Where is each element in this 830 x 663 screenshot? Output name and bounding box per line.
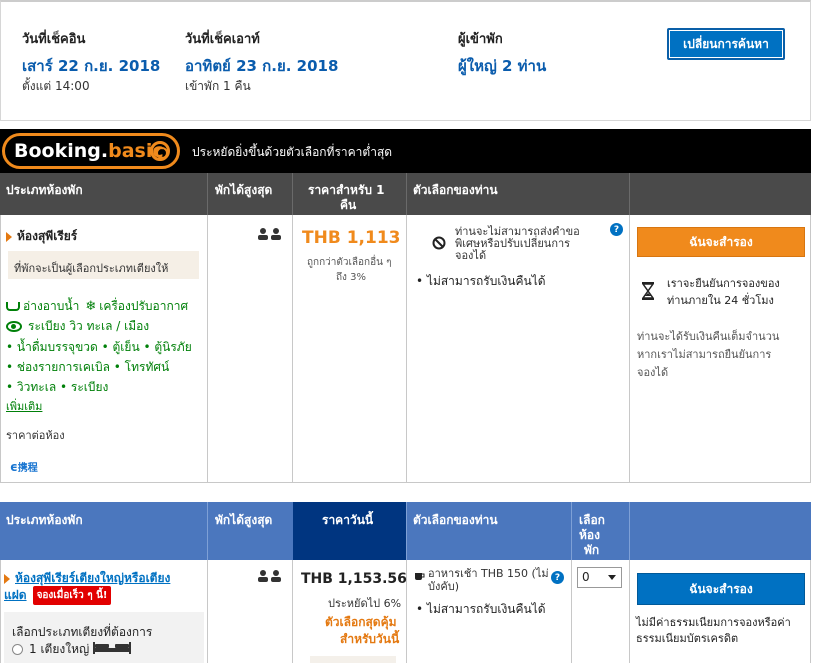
confirm-line1: เราจะยืนยันการจองของ	[667, 277, 780, 290]
room2-name-row2: แฝด จองเมื่อเร็ว ๆ นี้!	[4, 586, 112, 605]
reserve-button-basic[interactable]: ฉันจะสำรอง	[637, 227, 805, 257]
no-refund-text: ไม่สามารถรับเงินคืนได้	[426, 274, 546, 288]
no-fee-line1: ไม่มีค่าธรรมเนียมการจองหรือค่า	[636, 616, 791, 629]
header2-max-guests: พักได้สูงสุด	[215, 513, 273, 527]
change-search-button[interactable]: เปลี่ยนการค้นหา	[667, 28, 785, 60]
discount-line1: ถูกกว่าตัวเลือกอื่น ๆ	[307, 257, 392, 268]
deal-line2: สำหรับวันนี้	[340, 632, 400, 646]
breakfast-line2: บังคับ)	[428, 580, 459, 593]
header-room-type: ประเภทห้องพัก	[6, 183, 83, 197]
recently-booked-badge: จองเมื่อเร็ว ๆ นี้!	[32, 586, 112, 605]
reserve-button-room2[interactable]: ฉันจะสำรอง	[637, 573, 805, 605]
amenity-bathtub: อ่างอาบน้ำ	[23, 299, 80, 313]
deal-tooltip-edge	[310, 656, 396, 663]
no-refund-row: • ไม่สามารถรับเงินคืนได้	[416, 274, 546, 288]
breakfast-line1: อาหารเช้า THB 150 (ไม่	[428, 567, 549, 580]
room1-name[interactable]: ห้องสุพีเรียร์	[17, 227, 77, 246]
nights-count: เข้าพัก 1 คืน	[185, 79, 251, 93]
feature-line-1: • น้ำดื่มบรรจุขวด • ตู้เย็น • ตู้นิรภัย	[6, 340, 192, 354]
header2-price-cell: ราคาวันนี้	[293, 502, 406, 560]
room2-price: THB 1,153.56	[301, 571, 407, 587]
hourglass-icon	[641, 282, 655, 303]
checkout-label: วันที่เช็คเอาท์	[185, 32, 260, 47]
info-icon[interactable]: ?	[551, 571, 564, 584]
checkin-time: ตั้งแต่ 14:00	[22, 79, 90, 93]
bathtub-icon	[6, 302, 20, 311]
orange-triangle-icon	[6, 231, 12, 242]
room1-price: THB 1,113	[302, 228, 401, 248]
checkout-date[interactable]: อาทิตย์ 23 ก.ย. 2018	[185, 54, 338, 78]
feature-line-2: • ช่องรายการเคเบิล • โทรทัศน์	[6, 360, 170, 374]
bed-option1-label: 1 เตียงใหญ่	[29, 642, 90, 656]
no-entry-icon	[432, 236, 446, 253]
amenity-aircon: เครื่องปรับอากาศ	[99, 299, 189, 313]
more-link[interactable]: เพิ่มเติม	[6, 397, 42, 415]
snowflake-icon: ❄	[85, 299, 97, 314]
confirm-line2: ท่านภายใน 24 ชั่วโมง	[667, 294, 774, 307]
ctrip-label: 携程	[17, 463, 38, 474]
guests-value[interactable]: ผู้ใหญ่ 2 ท่าน	[458, 54, 546, 78]
option1-text: ท่านจะไม่สามารถส่งคำขอ พิเศษหรือปรับเปลี…	[455, 226, 580, 262]
bed-option-row-1[interactable]: 1 เตียงใหญ่	[12, 640, 132, 659]
no-fee-line2: ธรรมเนียมบัตรเครดิต	[636, 632, 739, 645]
refund-line3: จองได้	[637, 366, 669, 379]
bed-radio[interactable]	[12, 644, 23, 655]
info-icon[interactable]: ?	[610, 223, 623, 236]
option1-line3: จองได้	[455, 249, 487, 262]
confirm-text: เราจะยืนยันการจองของ ท่านภายใน 24 ชั่วโม…	[667, 275, 780, 309]
discount-line2: ถึง 3%	[336, 272, 366, 283]
header-price-line2: คืน	[340, 198, 357, 212]
two-persons-icon	[257, 570, 283, 585]
eye-icon	[6, 321, 22, 332]
coffee-icon	[414, 570, 425, 584]
refund-line1: ท่านจะได้รับเงินคืนเต็มจำนวน	[637, 330, 780, 343]
refund-text: ท่านจะได้รับเงินคืนเต็มจำนวน หากเราไม่สา…	[637, 328, 779, 382]
room-quantity-value: 0	[582, 570, 590, 584]
amenity-row-2: ระเบียง วิว ทะเล / เมือง	[6, 317, 149, 336]
room2-name-line2[interactable]: แฝด	[4, 586, 27, 605]
checkin-label: วันที่เช็คอิน	[22, 32, 86, 47]
room1-name-row: ห้องสุพีเรียร์	[6, 227, 77, 246]
chevron-down-icon	[608, 575, 616, 580]
room1-bed-note: ที่พักจะเป็นผู้เลือกประเภทเตียงให้	[8, 251, 199, 279]
price-per-room-label: ราคาต่อห้อง	[6, 429, 65, 442]
booking-basic-banner: Booking. basic	[0, 129, 811, 173]
header2-price-today: ราคาวันนี้	[322, 513, 374, 527]
room-quantity-select[interactable]: 0	[577, 567, 622, 588]
amenity-row-1: อ่างอาบน้ำ ❄ เครื่องปรับอากาศ	[6, 297, 188, 316]
header2-select-line3: พัก	[584, 543, 600, 557]
logo-booking-text: Booking.	[14, 140, 109, 162]
room2-savings: ประหยัดไป 6%	[328, 597, 402, 610]
refund-line2: หากเราไม่สามารถยืนยันการ	[637, 348, 772, 361]
header2-options: ตัวเลือกของท่าน	[413, 513, 498, 527]
orange-triangle-icon	[4, 573, 10, 584]
booking-basic-logo: Booking. basic	[2, 133, 180, 169]
breakfast-text: อาหารเช้า THB 150 (ไม่ บังคับ)	[428, 567, 549, 593]
header2-room-type: ประเภทห้องพัก	[6, 513, 83, 527]
checkin-date[interactable]: เสาร์ 22 ก.ย. 2018	[22, 54, 160, 78]
no-refund-row-2: • ไม่สามารถรับเงินคืนได้	[416, 602, 546, 616]
no-fee-text: ไม่มีค่าธรรมเนียมการจองหรือค่า ธรรมเนียม…	[636, 615, 791, 647]
amenity-view: ระเบียง วิว ทะเล / เมือง	[28, 319, 150, 333]
target-icon	[150, 141, 170, 161]
guests-label: ผู้เข้าพัก	[458, 32, 503, 47]
banner-text: ประหยัดยิ่งขึ้นด้วยตัวเลือกที่ราคาต่ำสุด	[192, 145, 393, 159]
double-bed-icon	[93, 642, 132, 657]
no-refund-text-2: ไม่สามารถรับเงินคืนได้	[426, 602, 546, 616]
feature-line-3: • วิวทะเล • ระเบียง	[6, 380, 109, 394]
header-max-guests: พักได้สูงสุด	[215, 183, 273, 197]
header-options: ตัวเลือกของท่าน	[413, 183, 498, 197]
ctrip-logo: ϵ 携程	[10, 459, 38, 475]
two-persons-icon	[257, 228, 283, 243]
ctrip-icon: ϵ	[10, 459, 18, 474]
